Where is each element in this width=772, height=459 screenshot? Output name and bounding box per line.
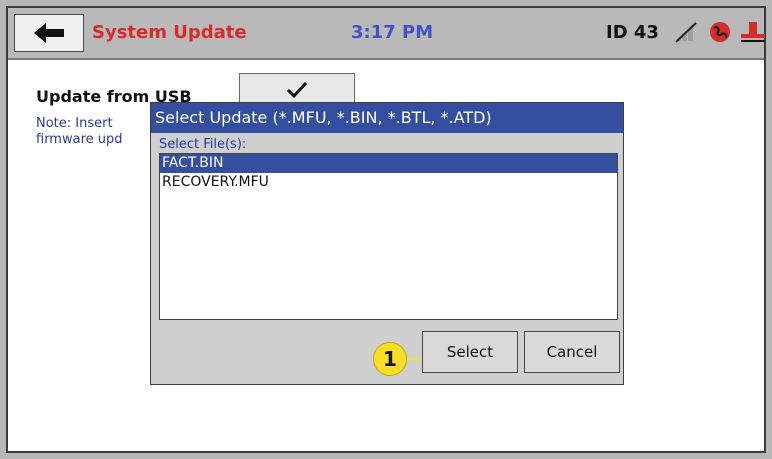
- select-update-dialog: Select Update (*.MFU, *.BIN, *.BTL, *.AT…: [150, 102, 624, 385]
- callout-line: [407, 358, 422, 360]
- dialog-title: Select Update (*.MFU, *.BIN, *.BTL, *.AT…: [151, 103, 623, 133]
- back-arrow-icon: [32, 22, 66, 44]
- screen: System Update 3:17 PM ID 43 Update from …: [6, 6, 766, 453]
- usb-icon: [740, 20, 766, 44]
- top-bar: System Update 3:17 PM ID 43: [8, 8, 766, 60]
- clock: 3:17 PM: [351, 22, 434, 43]
- checkmark-icon: [286, 81, 308, 99]
- note-text: Note: Insert firmware upd: [36, 116, 123, 147]
- select-button[interactable]: Select: [422, 331, 518, 373]
- device-frame: System Update 3:17 PM ID 43 Update from …: [0, 0, 772, 459]
- window-title: System Update: [92, 22, 247, 43]
- callout-badge: 1: [373, 342, 407, 376]
- file-item-recovery[interactable]: RECOVERY.MFU: [160, 173, 617, 192]
- cancel-button[interactable]: Cancel: [524, 331, 620, 373]
- no-signal-icon: [672, 21, 700, 43]
- file-item-fact[interactable]: FACT.BIN: [160, 154, 617, 173]
- status-icons: [672, 20, 766, 44]
- file-list[interactable]: FACT.BIN RECOVERY.MFU: [159, 153, 618, 320]
- globe-icon: [708, 20, 732, 44]
- main-content: Update from USB Note: Insert firmware up…: [8, 60, 764, 451]
- device-id: ID 43: [606, 22, 659, 43]
- files-label: Select File(s):: [159, 137, 247, 152]
- back-button[interactable]: [14, 14, 84, 52]
